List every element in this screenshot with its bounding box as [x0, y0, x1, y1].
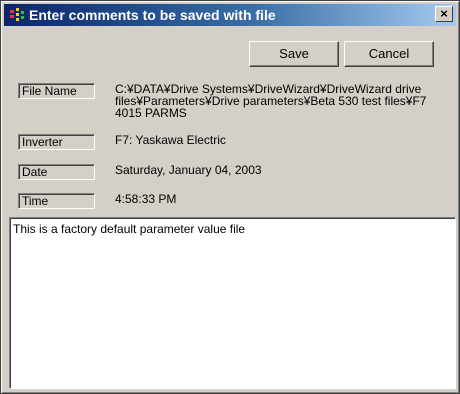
- time-value: 4:58:33 PM: [115, 192, 177, 206]
- window-title: Enter comments to be saved with file: [29, 7, 276, 23]
- app-icon: [10, 8, 24, 21]
- title-bar[interactable]: Enter comments to be saved with file ×: [4, 4, 456, 26]
- comments-dialog: Enter comments to be saved with file × S…: [0, 0, 460, 394]
- save-button[interactable]: Save: [249, 41, 339, 67]
- comment-textarea[interactable]: This is a factory default parameter valu…: [9, 217, 456, 389]
- close-button[interactable]: ×: [435, 6, 453, 22]
- cancel-button[interactable]: Cancel: [344, 41, 434, 67]
- close-icon: ×: [440, 6, 448, 21]
- time-label: Time: [18, 193, 95, 209]
- comment-text: This is a factory default parameter valu…: [13, 222, 246, 236]
- file-name-value: C:¥DATA¥Drive Systems¥DriveWizard¥DriveW…: [115, 83, 427, 119]
- inverter-label: Inverter: [18, 134, 95, 150]
- inverter-value: F7: Yaskawa Electric: [115, 133, 226, 147]
- date-value: Saturday, January 04, 2003: [115, 163, 262, 177]
- file-name-label: File Name: [18, 83, 95, 99]
- date-label: Date: [18, 164, 95, 180]
